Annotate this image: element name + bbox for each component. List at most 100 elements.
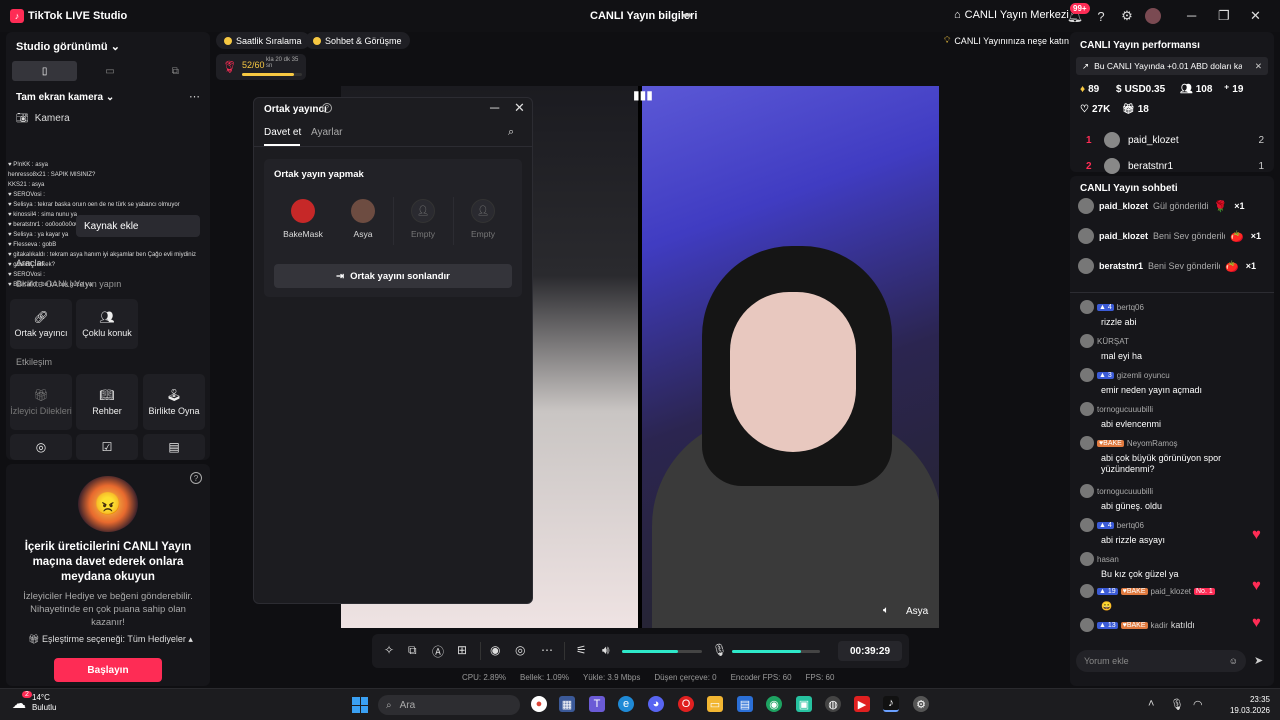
avatar[interactable]: [1080, 552, 1094, 566]
add-scene-icon[interactable]: ⊞: [457, 643, 467, 657]
more-icon[interactable]: ⋯: [541, 643, 553, 657]
share-icon[interactable]: ➦: [682, 8, 692, 22]
close-icon[interactable]: ✕: [1250, 8, 1261, 24]
cohost-tool-button[interactable]: 🔗︎ Ortak yayıncı: [10, 299, 72, 349]
chrome-icon[interactable]: ●: [531, 696, 547, 712]
cohost-slot[interactable]: 👤︎ Empty: [394, 199, 452, 249]
tip-banner[interactable]: 💡︎ CANLI Yayınınıza neşe katın: [944, 32, 1069, 49]
edge-icon[interactable]: e: [618, 696, 634, 712]
cohost-slot[interactable]: BakeMask: [274, 199, 332, 249]
discord-icon[interactable]: ◕: [648, 696, 664, 712]
viewer-wishes-button[interactable]: 🎁︎ İzleyici Dilekleri: [10, 374, 72, 430]
match-option-dropdown[interactable]: 🎁︎ Eşleştirme seçeneği: Tüm Hediyeler ▴: [28, 634, 193, 645]
tiktok-live-studio-icon[interactable]: ♪: [883, 696, 899, 712]
chevron-up-icon[interactable]: ˄: [1148, 698, 1154, 710]
taskbar-search[interactable]: ⌕ Ara: [378, 695, 520, 715]
tool-button[interactable]: ☑: [76, 434, 138, 460]
avatar[interactable]: [1145, 8, 1161, 24]
earnings-promo[interactable]: ↗ Bu CANLI Yayında +0.01 ABD doları kazan…: [1076, 57, 1268, 75]
portrait-mode-icon[interactable]: ▯: [12, 61, 78, 81]
camera-source[interactable]: 📷︎ Kamera: [16, 113, 70, 124]
folder-icon[interactable]: ▭: [707, 696, 723, 712]
end-cohost-button[interactable]: ⇥ Ortak yayını sonlandır: [274, 264, 512, 288]
add-source-button[interactable]: Kaynak ekle: [76, 215, 200, 237]
capture-icon[interactable]: ◎: [515, 643, 525, 657]
maximize-icon[interactable]: ❐: [1218, 8, 1230, 24]
avatar[interactable]: [1080, 618, 1094, 632]
mic-slider[interactable]: [732, 650, 820, 653]
avatar[interactable]: [1080, 334, 1094, 348]
tab-settings[interactable]: Ayarlar: [311, 127, 343, 138]
chat-username[interactable]: gizemli oyuncu: [1117, 371, 1170, 380]
chat-username[interactable]: tornogucuuubilli: [1097, 487, 1153, 496]
multi-guest-button[interactable]: 👥︎ Çoklu konuk: [76, 299, 138, 349]
ai-icon[interactable]: Ⓐ: [432, 643, 444, 660]
gear-icon[interactable]: ⚙: [1118, 7, 1136, 25]
chat-username[interactable]: KÜRŞAT: [1097, 337, 1129, 346]
gift-goal-widget[interactable]: 🌹︎ 52/60 kla 20 dk 35 sn: [216, 54, 306, 80]
microphone-icon[interactable]: 🎙︎: [712, 643, 727, 657]
avatar[interactable]: [1080, 484, 1094, 498]
ranking-row[interactable]: 1 paid_klozet 2: [1086, 132, 1264, 148]
teams-icon[interactable]: T: [589, 696, 605, 712]
scene-title[interactable]: Tam ekran kamera ⌄: [16, 92, 114, 103]
windows-start-icon[interactable]: [352, 697, 368, 713]
comment-input[interactable]: Yorum ekle ☺: [1076, 650, 1246, 672]
avatar[interactable]: [1080, 584, 1094, 598]
chat-username[interactable]: hasan: [1097, 555, 1119, 564]
chat-username[interactable]: kadir: [1151, 621, 1168, 630]
live-center-button[interactable]: ⌂ CANLI Yayın Merkezi: [954, 9, 1069, 21]
avatar[interactable]: [1080, 368, 1094, 382]
start-match-button[interactable]: Başlayın: [54, 658, 162, 682]
weather-widget[interactable]: ☁ 2 14°C Bulutlu: [12, 691, 56, 713]
dual-mode-icon[interactable]: ⧉: [143, 61, 208, 81]
layout-icon[interactable]: ⧉: [408, 643, 417, 658]
record-icon[interactable]: ◉: [490, 643, 500, 657]
search-icon[interactable]: ⌕: [508, 126, 514, 139]
wifi-icon[interactable]: ◠: [1193, 698, 1203, 711]
guide-button[interactable]: 📖︎ Rehber: [76, 374, 138, 430]
avatar[interactable]: [1080, 300, 1094, 314]
help-icon[interactable]: ?: [1092, 7, 1110, 25]
clock[interactable]: 23:35 19.03.2026: [1220, 694, 1270, 716]
avatar[interactable]: [1080, 518, 1094, 532]
play-together-button[interactable]: 🕹︎ Birlikte Oyna: [143, 374, 205, 430]
minimize-icon[interactable]: ─: [490, 100, 499, 115]
chat-username[interactable]: paid_klozet: [1151, 587, 1191, 596]
tool-button[interactable]: ▤: [143, 434, 205, 460]
steam-icon[interactable]: ◍: [825, 696, 841, 712]
chat-username[interactable]: bertq06: [1117, 521, 1144, 530]
send-icon[interactable]: ➤: [1254, 654, 1263, 667]
close-icon[interactable]: ✕: [514, 100, 525, 116]
more-icon[interactable]: ⋯: [189, 90, 200, 103]
tool-button[interactable]: ◎: [10, 434, 72, 460]
emoji-icon[interactable]: ☺: [1229, 656, 1238, 666]
speaker-icon[interactable]: 🔊︎: [602, 643, 610, 658]
sliders-icon[interactable]: ⚟: [576, 643, 587, 657]
cohost-slot[interactable]: 👤︎ Empty: [454, 199, 512, 249]
volume-slider[interactable]: [622, 650, 702, 653]
minimize-icon[interactable]: ─: [1187, 8, 1196, 23]
chat-username[interactable]: bertq06: [1117, 303, 1144, 312]
browser-icon[interactable]: ◉: [766, 696, 782, 712]
tab-invite[interactable]: Davet et: [264, 127, 301, 138]
cohost-slot[interactable]: Asya: [334, 199, 392, 249]
chat-meet-chip[interactable]: Sohbet & Görüşme: [305, 32, 410, 49]
chat-username[interactable]: tornogucuuubilli: [1097, 405, 1153, 414]
opera-icon[interactable]: O: [678, 696, 694, 712]
store-icon[interactable]: ▤: [737, 696, 753, 712]
chat-username[interactable]: NeyomRamoş: [1127, 439, 1178, 448]
app-icon[interactable]: ▣: [796, 696, 812, 712]
settings-icon[interactable]: ⚙: [913, 696, 929, 712]
hourly-rank-chip[interactable]: Saatlik Sıralama: [216, 32, 310, 49]
landscape-mode-icon[interactable]: ▭: [77, 61, 142, 81]
help-icon[interactable]: ?: [190, 472, 202, 484]
avatar[interactable]: [1080, 436, 1094, 450]
youtube-icon[interactable]: ▶: [854, 696, 870, 712]
microphone-icon[interactable]: 🎙︎: [1170, 698, 1184, 711]
avatar[interactable]: [1080, 402, 1094, 416]
files-icon[interactable]: ▦: [559, 696, 575, 712]
magic-wand-icon[interactable]: ✧: [384, 643, 394, 657]
help-icon[interactable]: ?: [322, 103, 332, 113]
studio-view-dropdown[interactable]: Studio görünümü ⌄: [16, 40, 120, 53]
